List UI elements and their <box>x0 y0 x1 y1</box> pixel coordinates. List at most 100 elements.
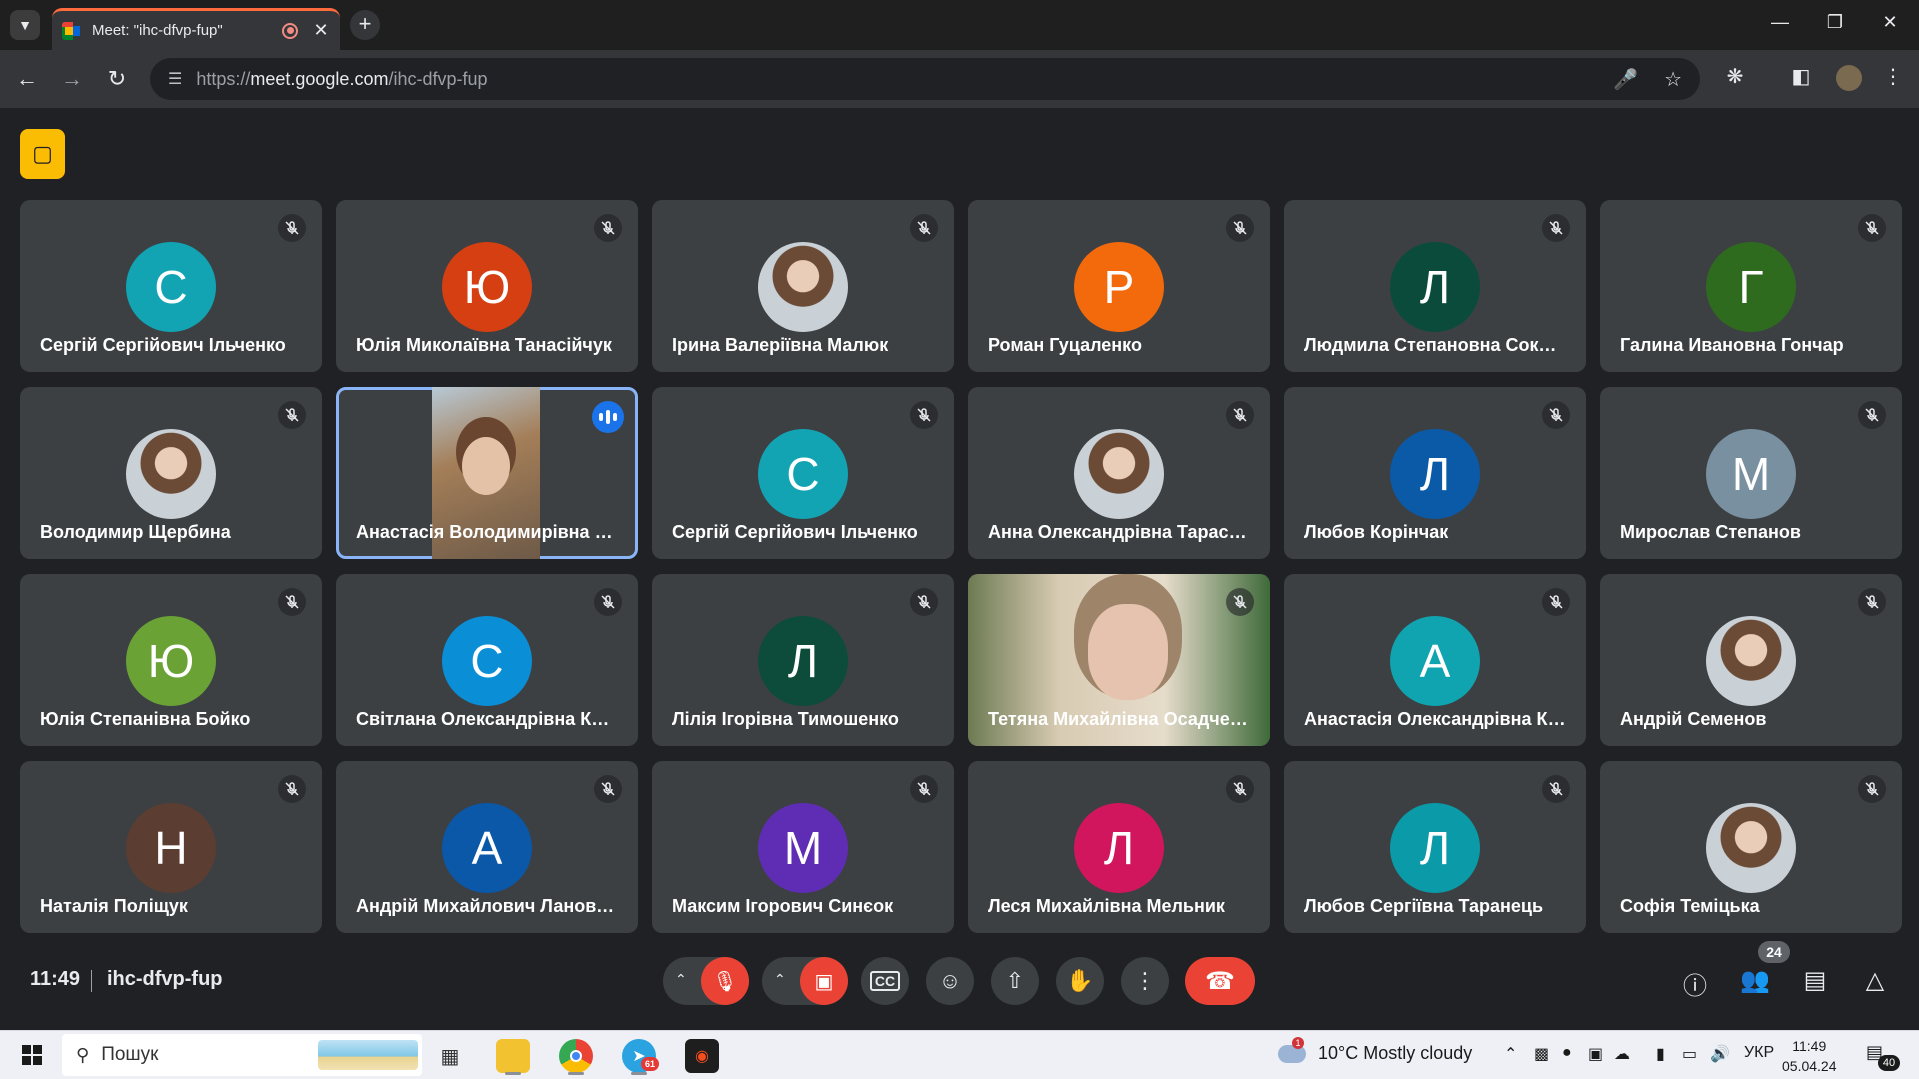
participant-tile[interactable]: М Максим Ігорович Синєок <box>652 761 954 933</box>
mic-muted-icon <box>278 401 306 429</box>
participant-avatar: С <box>758 429 848 519</box>
camera-off-icon[interactable]: ▣ <box>800 957 848 1005</box>
figma-icon[interactable]: ◉ <box>685 1039 719 1073</box>
participant-tile[interactable]: А Анастасія Олександрівна Ка... <box>1284 574 1586 746</box>
participant-name: Наталія Поліщук <box>40 896 188 916</box>
participant-avatar: Р <box>1074 242 1164 332</box>
mic-muted-icon <box>278 588 306 616</box>
participant-tile[interactable]: Тетяна Михайлівна Осадчен... <box>968 574 1270 746</box>
microphone-icon[interactable]: ▮ <box>1656 1044 1665 1064</box>
chevron-up-icon[interactable]: ⌃ <box>675 971 687 988</box>
forward-icon[interactable]: → <box>57 64 87 94</box>
participant-tile[interactable]: Ю Юлія Миколаївна Танасійчук <box>336 200 638 372</box>
raise-hand-button[interactable]: ✋ <box>1056 957 1104 1005</box>
camera-control[interactable]: ⌃ ▣ <box>762 957 848 1005</box>
file-explorer-icon[interactable] <box>496 1039 530 1073</box>
meeting-code: ihc-dfvp-fup <box>107 968 223 990</box>
tray-app-icon[interactable]: ▩ <box>1534 1044 1549 1064</box>
mic-muted-icon <box>594 588 622 616</box>
participant-name: Сергій Сергійович Ільченко <box>672 522 918 542</box>
browser-menu-icon[interactable]: ⋮ <box>1878 64 1908 89</box>
meet-tray-icon[interactable]: ▣ <box>1588 1044 1603 1064</box>
tab-search-button[interactable]: ▼ <box>10 10 40 40</box>
camera-off-notice-icon[interactable]: ▢ <box>20 129 65 179</box>
mic-muted-icon <box>1226 775 1254 803</box>
onedrive-icon[interactable]: ☁ <box>1614 1044 1630 1064</box>
participant-tile[interactable]: С Сергій Сергійович Ільченко <box>20 200 322 372</box>
battery-icon[interactable]: ▭ <box>1682 1044 1697 1064</box>
participant-name: Анастасія Володимирівна За... <box>356 522 618 542</box>
participant-name: Роман Гуцаленко <box>988 335 1142 355</box>
participant-tile[interactable]: Л Любов Сергіївна Таранець <box>1284 761 1586 933</box>
close-window-icon[interactable]: ✕ <box>1875 12 1905 33</box>
participant-tile[interactable]: Ю Юлія Степанівна Бойко <box>20 574 322 746</box>
participant-tile[interactable]: М Мирослав Степанов <box>1600 387 1902 559</box>
chrome-icon[interactable] <box>559 1039 593 1073</box>
tray-app-icon[interactable]: ● <box>1562 1044 1572 1062</box>
windows-start-icon[interactable] <box>22 1045 42 1065</box>
participant-avatar: С <box>126 242 216 332</box>
minimize-icon[interactable]: — <box>1765 12 1795 33</box>
extensions-icon[interactable]: ❋ <box>1720 64 1750 89</box>
back-icon[interactable]: ← <box>12 64 42 94</box>
profile-avatar[interactable] <box>1836 65 1862 91</box>
weather-widget[interactable]: 1 10°C Mostly cloudy <box>1278 1036 1472 1064</box>
chat-icon[interactable]: ▤ <box>1799 966 1831 995</box>
activities-icon[interactable]: △ <box>1859 966 1891 995</box>
restore-icon[interactable]: ❐ <box>1820 12 1850 33</box>
mic-muted-icon <box>1858 401 1886 429</box>
participant-name: Мирослав Степанов <box>1620 522 1801 542</box>
mic-muted-icon <box>278 214 306 242</box>
mic-muted-icon <box>594 214 622 242</box>
input-language[interactable]: УКР <box>1744 1044 1774 1062</box>
participant-tile[interactable]: Андрій Семенов <box>1600 574 1902 746</box>
mic-off-icon[interactable]: 🎙 <box>701 957 749 1005</box>
meeting-info-icon[interactable]: ⓘ <box>1679 966 1711 1001</box>
mic-muted-icon <box>278 775 306 803</box>
participant-tile[interactable]: Н Наталія Поліщук <box>20 761 322 933</box>
taskbar-search[interactable]: ⚲ Пошук <box>62 1034 422 1076</box>
bookmark-star-icon[interactable]: ☆ <box>1664 67 1682 92</box>
participant-tile[interactable]: Л Людмила Степановна Сокол... <box>1284 200 1586 372</box>
participant-avatar: Ю <box>442 242 532 332</box>
participant-tile[interactable]: Л Любов Корінчак <box>1284 387 1586 559</box>
participant-tile[interactable]: Анна Олександрівна Тарасюк <box>968 387 1270 559</box>
participant-tile[interactable]: Л Лілія Ігорівна Тимошенко <box>652 574 954 746</box>
participant-tile[interactable]: Софія Теміцька <box>1600 761 1902 933</box>
participant-tile[interactable]: Р Роман Гуцаленко <box>968 200 1270 372</box>
search-label: Пошук <box>101 1044 159 1065</box>
present-button[interactable]: ⇧ <box>991 957 1039 1005</box>
participant-tile[interactable]: С Світлана Олександрівна Коз... <box>336 574 638 746</box>
captions-button[interactable]: CC <box>861 957 909 1005</box>
participant-tile[interactable]: Г Галина Ивановна Гончар <box>1600 200 1902 372</box>
participant-tile[interactable]: Л Леся Михайлівна Мельник <box>968 761 1270 933</box>
participant-tile[interactable]: Володимир Щербина <box>20 387 322 559</box>
microphone-icon[interactable]: 🎤 <box>1613 67 1638 92</box>
people-icon[interactable]: 👥 <box>1739 966 1771 995</box>
more-options-button[interactable]: ⋮ <box>1121 957 1169 1005</box>
participant-name: Тетяна Михайлівна Осадчен... <box>988 709 1250 729</box>
google-meet-icon <box>62 21 80 40</box>
site-settings-icon[interactable]: ☰ <box>168 69 182 89</box>
taskbar-clock[interactable]: 11:49 05.04.24 <box>1782 1036 1837 1076</box>
reactions-button[interactable]: ☺ <box>926 957 974 1005</box>
mic-muted-icon <box>1542 214 1570 242</box>
volume-icon[interactable]: 🔊 <box>1710 1044 1730 1064</box>
tray-overflow-icon[interactable]: ⌃ <box>1504 1044 1517 1064</box>
reload-icon[interactable]: ↻ <box>102 64 132 94</box>
participant-tile[interactable]: С Сергій Сергійович Ільченко <box>652 387 954 559</box>
side-panel-icon[interactable]: ◧ <box>1786 64 1816 89</box>
participant-tile[interactable]: Анастасія Володимирівна За... <box>336 387 638 559</box>
mic-control[interactable]: ⌃ 🎙 <box>663 957 749 1005</box>
chevron-up-icon[interactable]: ⌃ <box>774 971 786 988</box>
new-tab-button[interactable]: + <box>350 10 380 40</box>
task-view-icon[interactable]: ▦ <box>433 1039 467 1073</box>
participant-tile[interactable]: Ірина Валеріївна Малюк <box>652 200 954 372</box>
leave-call-button[interactable]: ☎ <box>1185 957 1255 1005</box>
mic-muted-icon <box>1858 775 1886 803</box>
browser-tab-meet[interactable]: Meet: "ihc-dfvp-fup" ✕ <box>52 8 340 50</box>
participant-avatar: А <box>1390 616 1480 706</box>
close-tab-icon[interactable]: ✕ <box>312 20 330 41</box>
participant-tile[interactable]: А Андрій Михайлович Ланове... <box>336 761 638 933</box>
address-bar[interactable]: ☰ https://meet.google.com/ihc-dfvp-fup 🎤… <box>150 58 1700 100</box>
